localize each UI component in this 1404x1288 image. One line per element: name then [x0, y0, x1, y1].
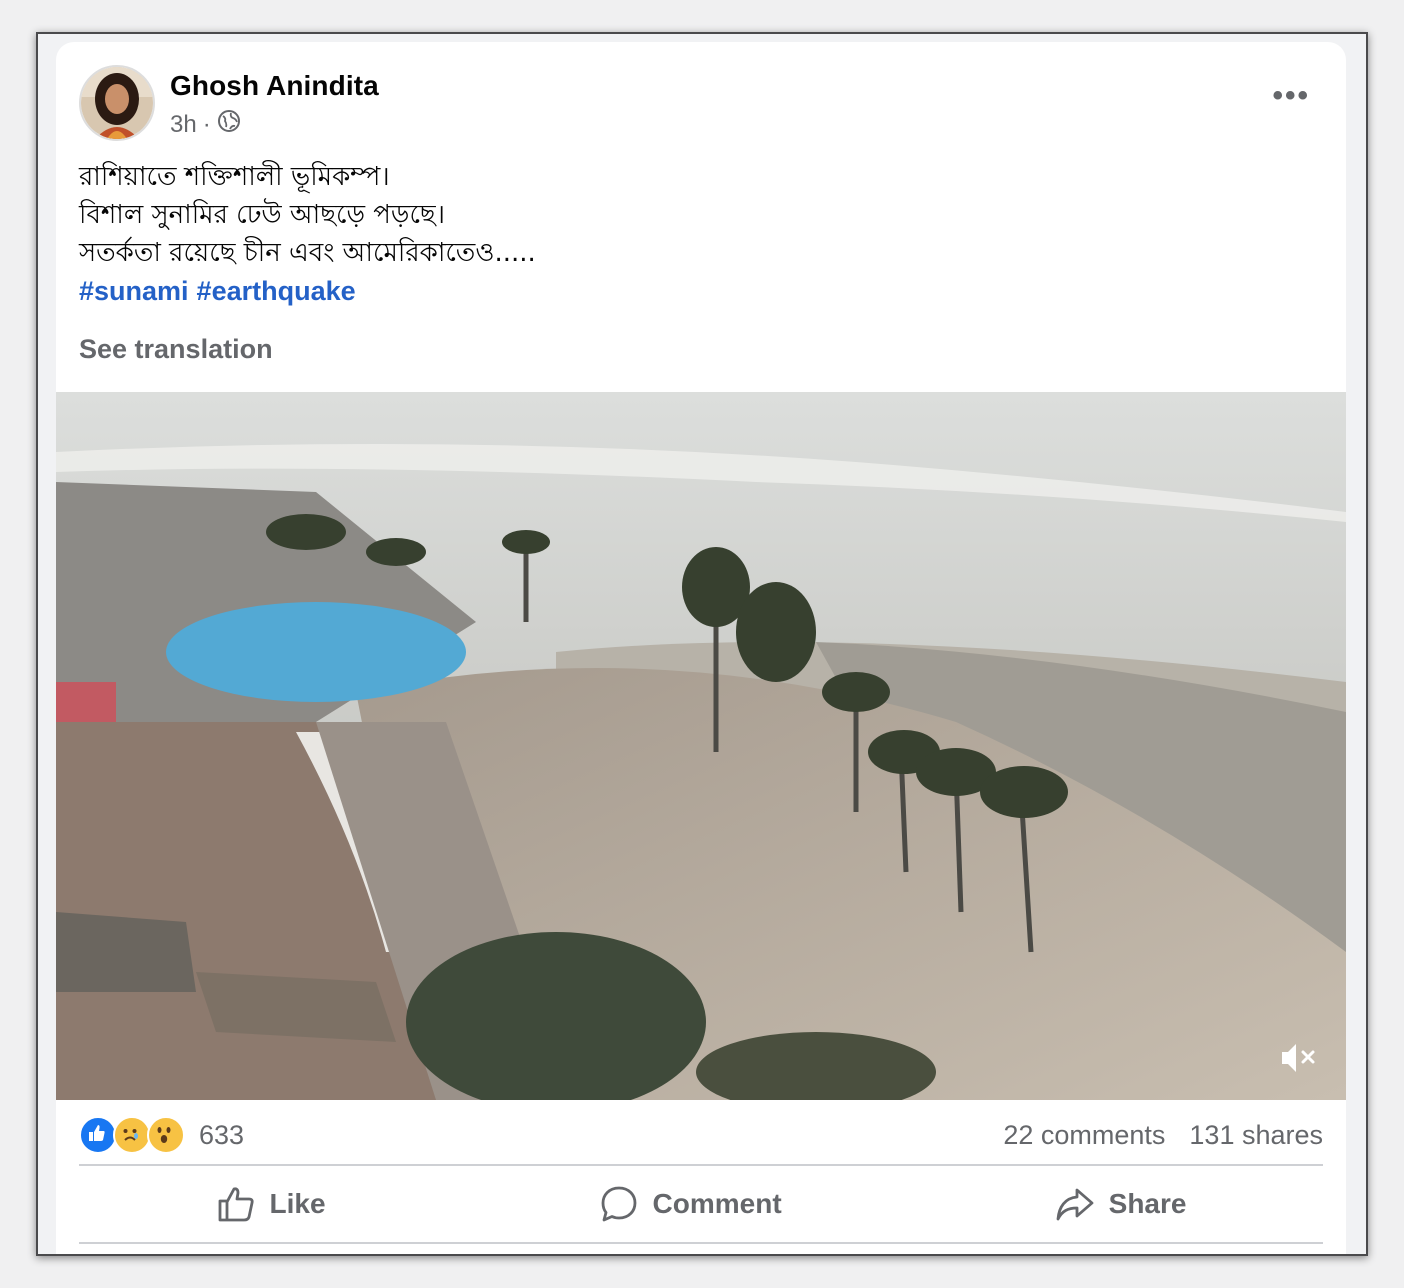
reaction-count: 633 — [199, 1119, 245, 1150]
post-time[interactable]: 3h — [170, 111, 197, 139]
see-translation-link[interactable]: See translation — [79, 334, 273, 365]
divider-bottom — [79, 1242, 1323, 1244]
engagement-counts: 22 comments 131 shares — [1003, 1120, 1323, 1151]
engagement-bar: 633 22 comments 131 shares — [79, 1112, 1323, 1158]
post-text-line: সতর্কতা রয়েছে চীন এবং আমেরিকাতেও..... — [79, 238, 536, 268]
more-options-button[interactable]: ••• — [1272, 81, 1310, 111]
comment-label: Comment — [652, 1188, 782, 1219]
sad-reaction-icon — [113, 1116, 151, 1154]
meta-separator: · — [202, 110, 211, 138]
author-avatar[interactable] — [79, 65, 155, 141]
post-meta: 3h · — [170, 109, 241, 140]
post-card: Ghosh Anindita 3h · ••• রাশিয়াতে শক্তিশ… — [56, 42, 1346, 1254]
action-bar: Like Comment Share — [79, 1168, 1323, 1240]
share-label: Share — [1108, 1188, 1187, 1219]
divider-top — [79, 1164, 1323, 1166]
wow-reaction-icon — [147, 1116, 185, 1154]
comment-bubble-icon — [601, 1186, 636, 1222]
shares-count-link[interactable]: 131 shares — [1189, 1120, 1323, 1151]
like-reaction-icon — [79, 1116, 117, 1154]
share-button[interactable]: Share — [1055, 1184, 1187, 1224]
comments-count-link[interactable]: 22 comments — [1003, 1120, 1165, 1151]
author-name[interactable]: Ghosh Anindita — [170, 70, 379, 102]
thumbs-up-icon — [218, 1187, 254, 1222]
share-arrow-icon — [1056, 1188, 1094, 1221]
hashtags: #sunami #earthquake — [79, 272, 536, 310]
post-text-line: রাশিয়াতে শক্তিশালী ভূমিকম্প। — [79, 162, 390, 192]
speaker-muted-icon — [1282, 1044, 1315, 1072]
like-label: Like — [269, 1188, 326, 1219]
hashtag-link[interactable]: #earthquake — [197, 276, 356, 306]
comment-button[interactable]: Comment — [599, 1184, 782, 1224]
screenshot-frame: Ghosh Anindita 3h · ••• রাশিয়াতে শক্তিশ… — [36, 32, 1368, 1256]
post-text: রাশিয়াতে শক্তিশালী ভূমিকম্প। বিশাল সুনা… — [79, 158, 536, 310]
post-video[interactable] — [56, 392, 1346, 1100]
video-frame — [56, 392, 1346, 1100]
post-text-line: বিশাল সুনামির ঢেউ আছড়ে পড়ছে। — [79, 200, 445, 230]
mute-toggle-button[interactable] — [1278, 1038, 1322, 1078]
globe-icon — [217, 109, 241, 140]
like-button[interactable]: Like — [216, 1184, 326, 1224]
reactions-summary[interactable]: 633 — [79, 1116, 244, 1154]
hashtag-link[interactable]: #sunami — [79, 276, 189, 306]
